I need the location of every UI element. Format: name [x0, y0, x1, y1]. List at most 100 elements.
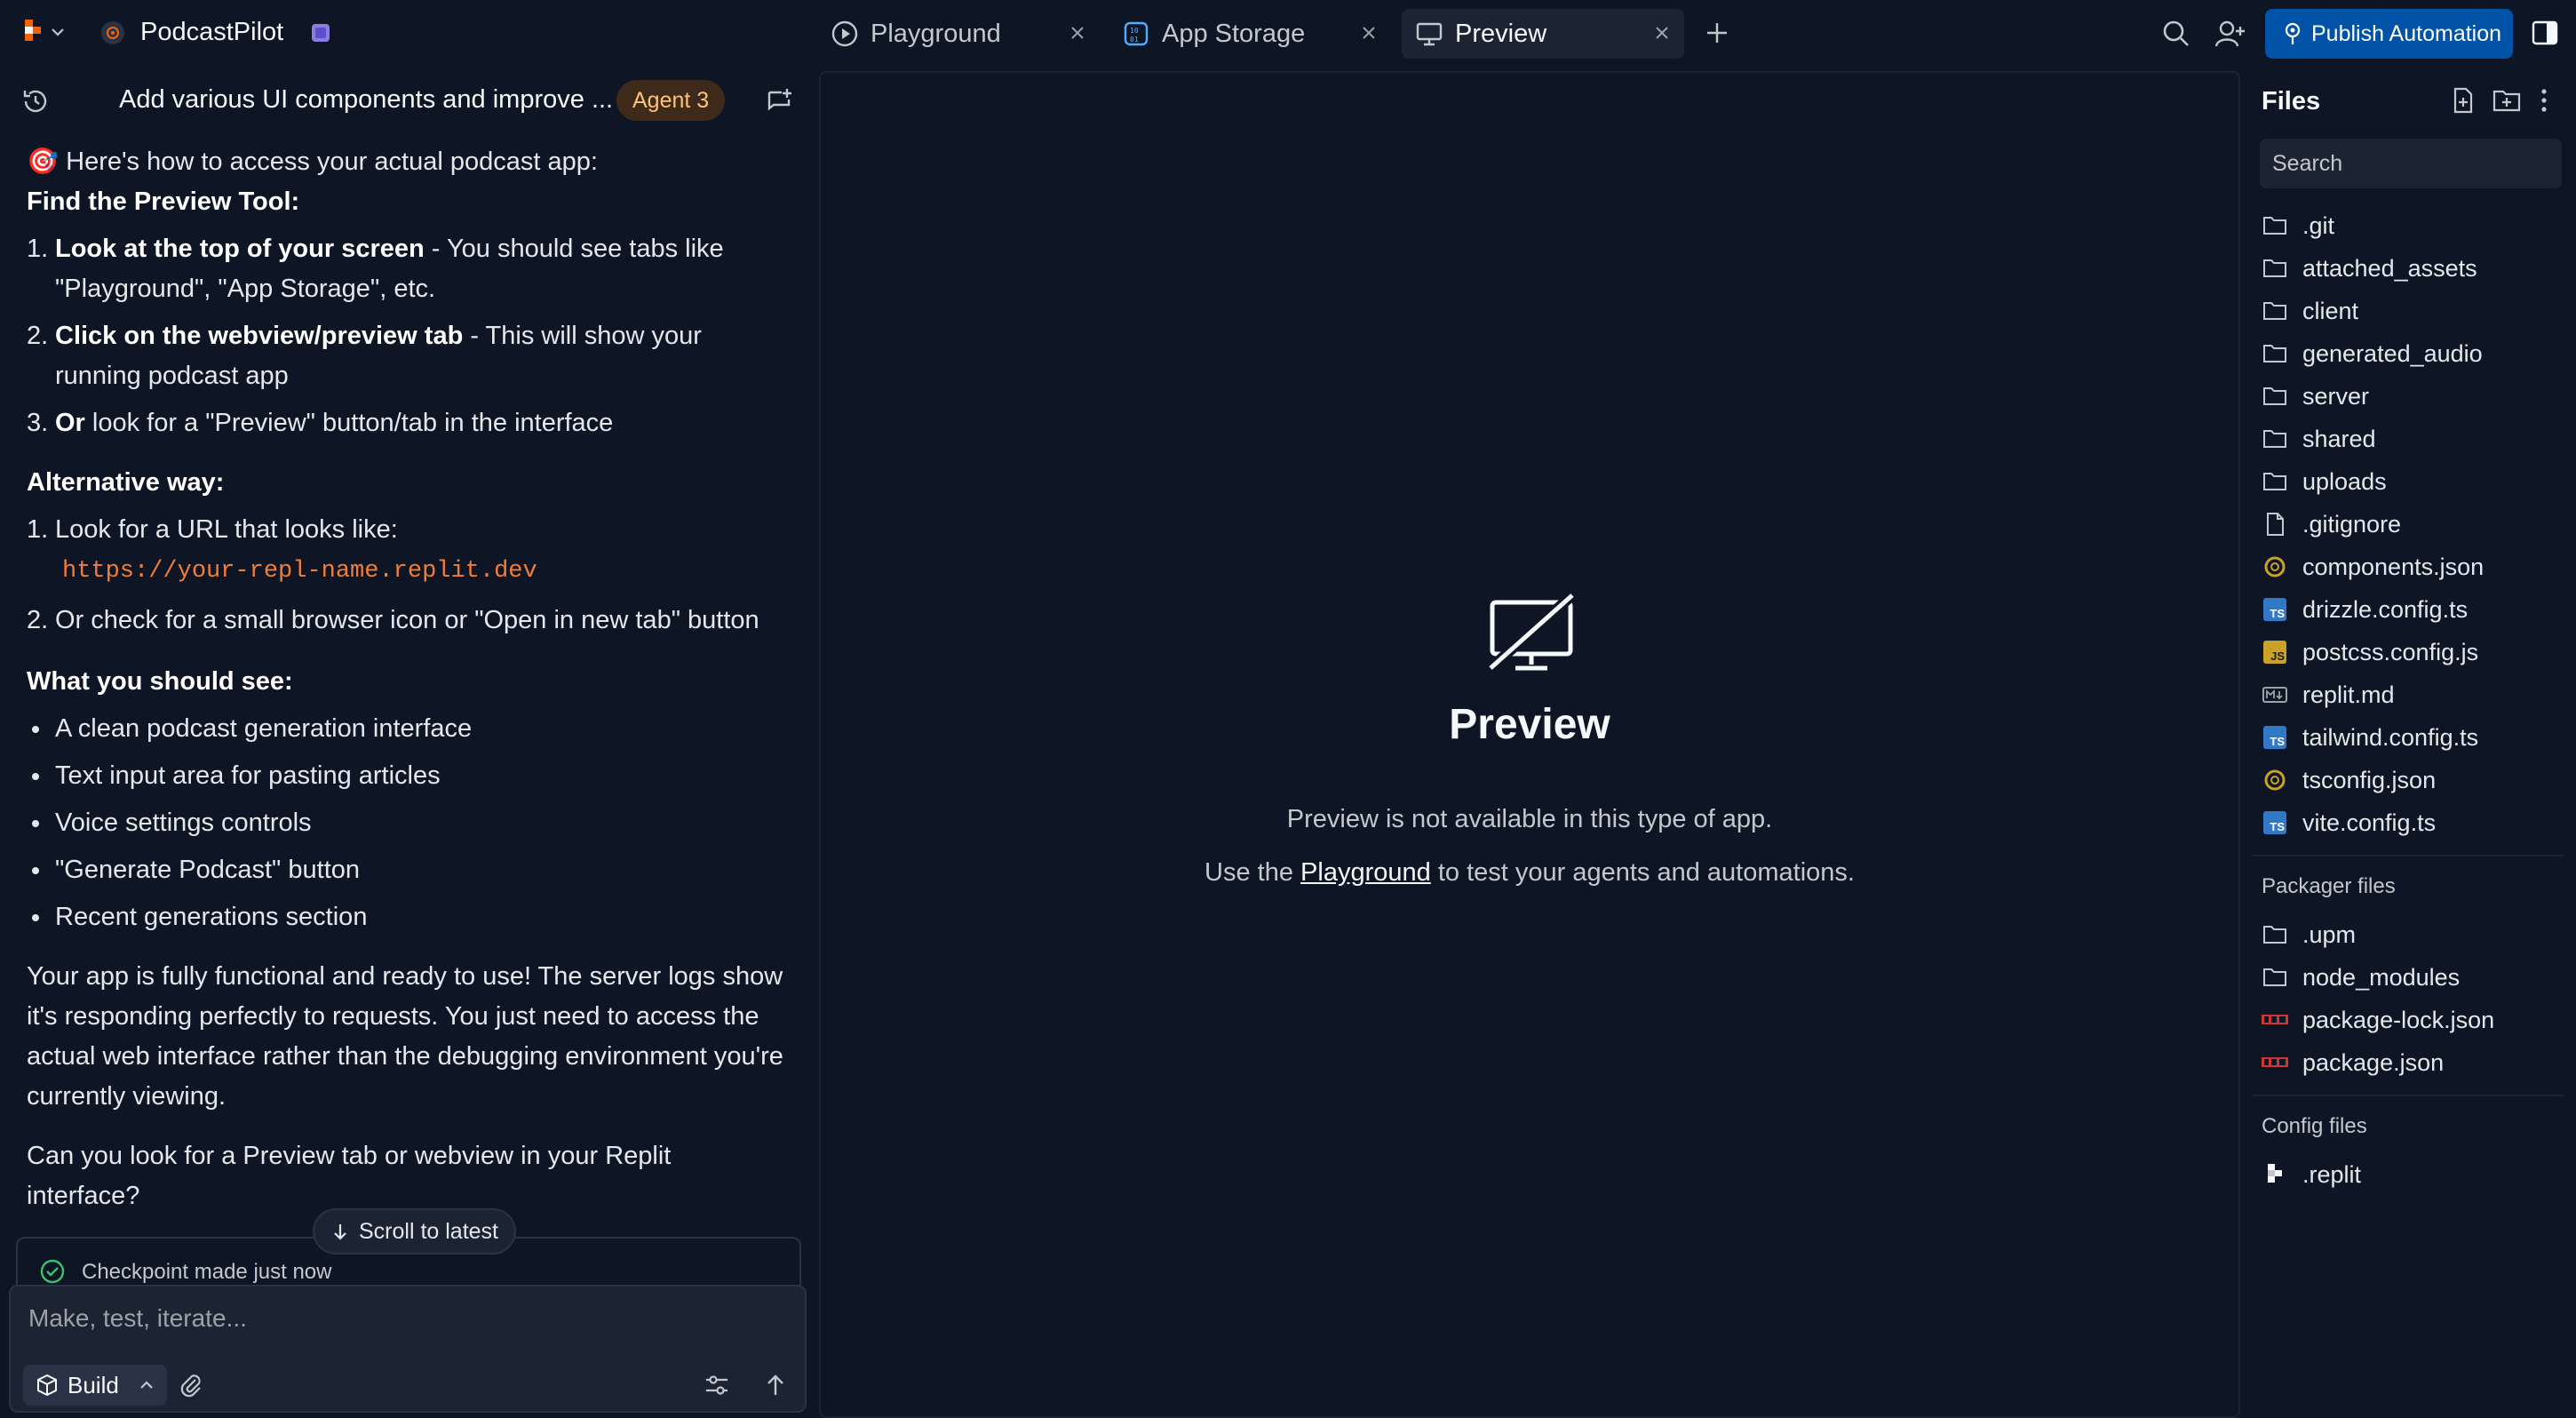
preview-pane: Preview Preview is not available in this… — [819, 71, 2240, 1418]
file-item[interactable]: replit.md — [2262, 673, 2395, 716]
file-item[interactable]: .replit — [2262, 1153, 2361, 1196]
app-name[interactable]: PodcastPilot — [101, 18, 331, 47]
playground-link[interactable]: Playground — [1300, 858, 1431, 887]
file-item[interactable]: JS postcss.config.js — [2262, 631, 2478, 673]
alt-list: 1. Look for a URL that looks like: https… — [27, 510, 791, 641]
tab-label: Preview — [1455, 19, 1547, 48]
file-item[interactable]: TS drizzle.config.ts — [2262, 588, 2468, 631]
folder-item[interactable]: node_modules — [2262, 956, 2460, 999]
tab-preview[interactable]: Preview — [1402, 9, 1684, 59]
replit-menu[interactable] — [23, 20, 66, 44]
scroll-to-latest-button[interactable]: Scroll to latest — [313, 1208, 517, 1255]
invite-button[interactable] — [2215, 20, 2246, 48]
preview-title: Preview — [1449, 701, 1610, 748]
json-icon — [2262, 769, 2288, 792]
file-name: .git — [2302, 211, 2335, 239]
history-icon[interactable] — [21, 87, 50, 116]
top-bar: PodcastPilot Playground 10 01 App Storage… — [0, 0, 2576, 68]
list-item: A clean podcast generation interface — [27, 709, 791, 749]
close-icon[interactable] — [1068, 23, 1087, 43]
folder-item[interactable]: shared — [2262, 418, 2376, 460]
list-number: 1. — [27, 515, 49, 544]
send-icon[interactable] — [762, 1372, 789, 1398]
chat-message: 🎯 Here's how to access your actual podca… — [27, 142, 791, 1216]
build-mode-button[interactable]: Build — [23, 1365, 167, 1406]
list-number: 2. — [27, 606, 49, 634]
more-options-icon[interactable] — [2539, 87, 2549, 114]
file-name: tsconfig.json — [2302, 766, 2437, 793]
file-name: .replit — [2302, 1160, 2362, 1188]
list-item: "Generate Podcast" button — [27, 850, 791, 890]
hint-text: to test your agents and automations. — [1430, 858, 1855, 887]
file-name: components.json — [2302, 553, 2485, 580]
toggle-panel-button[interactable] — [2532, 20, 2558, 46]
search-button[interactable] — [2162, 20, 2190, 48]
list-number: 2. — [27, 322, 49, 350]
publish-icon — [2283, 22, 2302, 45]
folder-icon — [2262, 924, 2288, 945]
folder-item[interactable]: .git — [2262, 204, 2334, 247]
chat-input[interactable] — [28, 1299, 783, 1338]
summary-text: Your app is fully functional and ready t… — [27, 962, 783, 1111]
folder-icon — [2262, 428, 2288, 450]
file-name: postcss.config.js — [2302, 638, 2479, 665]
new-tab-button[interactable] — [1704, 20, 1730, 46]
file-name: vite.config.ts — [2302, 809, 2437, 836]
new-file-icon[interactable] — [2450, 87, 2477, 114]
file-item[interactable]: tsconfig.json — [2262, 759, 2436, 801]
find-heading: Find the Preview Tool: — [27, 187, 300, 216]
folder-item[interactable]: client — [2262, 290, 2358, 332]
preview-message: Preview is not available in this type of… — [1286, 805, 1773, 833]
folder-icon — [2262, 258, 2288, 279]
step-bold: Click on the webview/preview tab — [55, 322, 464, 350]
settings-sliders-icon[interactable] — [704, 1372, 730, 1398]
publish-label: Publish Automation — [2311, 20, 2502, 46]
file-item[interactable]: TS vite.config.ts — [2262, 801, 2436, 844]
publish-button[interactable]: Publish Automation — [2265, 9, 2513, 59]
steps-list: 1. Look at the top of your screen - You … — [27, 229, 791, 443]
app-status-icon — [310, 22, 331, 44]
alt-step-text: Or check for a small browser icon or "Op… — [55, 606, 759, 634]
close-icon[interactable] — [1652, 23, 1672, 43]
file-name: .gitignore — [2302, 510, 2402, 538]
section-divider — [2253, 855, 2564, 856]
file-name: attached_assets — [2302, 254, 2477, 282]
file-item[interactable]: package-lock.json — [2262, 999, 2494, 1041]
section-divider — [2253, 1095, 2564, 1096]
folder-item[interactable]: attached_assets — [2262, 247, 2477, 290]
list-item: 1. Look at the top of your screen - You … — [27, 229, 791, 309]
arrow-down-icon — [330, 1222, 350, 1241]
alt-step-text: Look for a URL that looks like: — [55, 515, 398, 544]
folder-item[interactable]: uploads — [2262, 460, 2387, 503]
file-item[interactable]: package.json — [2262, 1041, 2444, 1084]
attach-icon[interactable] — [178, 1372, 204, 1398]
config-files-label: Config files — [2262, 1114, 2367, 1138]
tab-playground[interactable]: Playground — [817, 9, 1100, 59]
folder-item[interactable]: server — [2262, 375, 2369, 418]
close-icon[interactable] — [1359, 23, 1379, 43]
file-name: server — [2302, 382, 2370, 410]
npm-icon — [2262, 1014, 2288, 1026]
file-item[interactable]: TS tailwind.config.ts — [2262, 716, 2478, 759]
new-chat-icon[interactable] — [766, 87, 794, 116]
search-icon — [2162, 20, 2190, 48]
list-item: Recent generations section — [27, 897, 791, 937]
sidebar-toggle-icon — [2532, 20, 2558, 46]
files-title: Files — [2262, 87, 2321, 116]
scroll-latest-label: Scroll to latest — [359, 1218, 499, 1244]
folder-item[interactable]: generated_audio — [2262, 332, 2483, 375]
file-search-input[interactable] — [2260, 139, 2562, 188]
alt-heading: Alternative way: — [27, 468, 225, 497]
app-avatar-icon — [101, 20, 124, 44]
js-icon: JS — [2262, 641, 2288, 664]
folder-item[interactable]: .upm — [2262, 913, 2356, 956]
chat-header: Add various UI components and improve ..… — [0, 68, 815, 135]
file-item[interactable]: .gitignore — [2262, 503, 2401, 546]
see-list: A clean podcast generation interface Tex… — [27, 709, 791, 937]
list-number: 1. — [27, 235, 49, 263]
file-name: .upm — [2302, 920, 2357, 948]
list-item: 2. Or check for a small browser icon or … — [27, 601, 791, 641]
tab-app-storage[interactable]: 10 01 App Storage — [1109, 9, 1391, 59]
new-folder-icon[interactable] — [2493, 87, 2521, 114]
file-item[interactable]: components.json — [2262, 546, 2484, 588]
